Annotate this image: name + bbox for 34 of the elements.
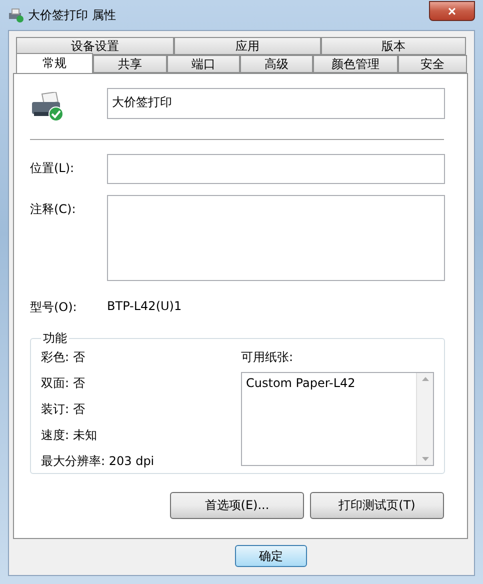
dialog-button[interactable]: 首选项(E)... <box>170 492 304 519</box>
paper-label: 可用纸张: <box>241 349 294 366</box>
scrollbar[interactable] <box>416 373 433 465</box>
ok-button[interactable]: 确定 <box>235 545 307 567</box>
tab[interactable]: 设备设置 <box>16 37 174 55</box>
location-field[interactable] <box>107 154 445 184</box>
printer-icon <box>8 7 24 23</box>
window-title: 大价签打印 属性 <box>28 6 117 24</box>
feature-text: 速度: 未知 <box>41 427 98 444</box>
tab[interactable]: 端口 <box>166 55 240 73</box>
tab[interactable]: 安全 <box>398 55 467 73</box>
location-label: 位置(L): <box>30 160 76 177</box>
tab[interactable]: 高级 <box>240 55 314 73</box>
down-arrow-icon <box>422 457 428 461</box>
comment-field[interactable] <box>107 195 445 281</box>
tab[interactable]: 应用 <box>174 37 321 55</box>
paper-list[interactable]: Custom Paper-L42 <box>241 372 434 466</box>
close-button[interactable]: × <box>429 1 475 21</box>
tab[interactable]: 颜色管理 <box>313 55 398 73</box>
up-arrow-icon <box>422 377 428 381</box>
printer-name-field[interactable]: 大价签打印 <box>107 88 445 119</box>
feature-text: 彩色: 否 <box>41 349 86 366</box>
paper-item[interactable]: Custom Paper-L42 <box>246 376 412 390</box>
feature-text: 双面: 否 <box>41 375 86 392</box>
feature-text: 最大分辨率: 203 dpi <box>41 453 156 470</box>
tab[interactable]: 版本 <box>321 37 466 55</box>
group-title: 功能 <box>42 330 68 347</box>
comment-label: 注释(C): <box>30 201 77 218</box>
tab[interactable]: 常规 <box>16 53 94 73</box>
tab[interactable]: 共享 <box>93 55 167 73</box>
feature-text: 装订: 否 <box>41 401 86 418</box>
model-value: BTP-L42(U)1 <box>107 298 182 313</box>
dialog-button[interactable]: 打印测试页(T) <box>310 492 444 519</box>
model-label: 型号(O): <box>30 299 78 316</box>
